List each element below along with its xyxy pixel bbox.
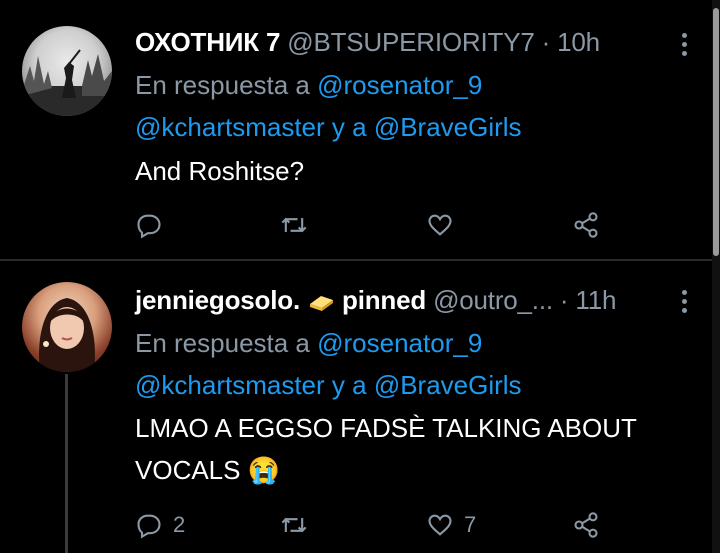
tweet-actions: 2 7 — [135, 510, 615, 540]
reply-button[interactable]: 2 — [135, 510, 185, 540]
mention-link[interactable]: @BraveGirls — [374, 370, 522, 400]
like-count: 7 — [464, 512, 477, 537]
mention-link[interactable]: @BraveGirls — [374, 112, 522, 142]
more-vertical-icon[interactable] — [682, 290, 688, 317]
reply-prefix: En respuesta a — [135, 328, 310, 358]
display-name[interactable]: jenniegosolo. — [135, 285, 300, 315]
reply-joiner: y a — [331, 370, 367, 400]
reply-icon — [137, 514, 161, 539]
retweet-button[interactable] — [280, 510, 308, 540]
avatar[interactable] — [22, 26, 112, 116]
avatar-image — [39, 298, 95, 372]
reply-prefix: En respuesta a — [135, 70, 310, 100]
reply-joiner: y a — [331, 112, 367, 142]
tweet-text-line-1: LMAO A EGGSO FADSÈ TALKING ABOUT — [135, 413, 637, 443]
reply-context-continued: @kchartsmaster y a @BraveGirls — [135, 112, 522, 143]
share-icon — [574, 212, 598, 238]
timestamp[interactable]: 10h — [557, 27, 600, 57]
retweet-button[interactable] — [280, 210, 308, 240]
tweet-header: jenniegosolo. pinned @outro_... · 11h — [135, 285, 616, 316]
mention-link[interactable]: @kchartsmaster — [135, 370, 325, 400]
heart-icon — [428, 214, 452, 236]
pinned-label: pinned — [342, 285, 427, 315]
crying-face-icon: 😭 — [247, 455, 281, 485]
reply-context-continued: @kchartsmaster y a @BraveGirls — [135, 370, 522, 401]
tweet-divider — [0, 259, 712, 261]
more-vertical-icon[interactable] — [682, 33, 688, 60]
mention-link[interactable]: @rosenator_9 — [317, 70, 482, 100]
share-icon — [574, 512, 598, 538]
retweet-icon — [281, 217, 307, 233]
butter-emoji-icon — [310, 296, 333, 311]
tweet-text: And Roshitse? — [135, 156, 305, 186]
mention-link[interactable]: @rosenator_9 — [317, 328, 482, 358]
reply-button[interactable] — [135, 210, 173, 240]
like-button[interactable] — [426, 210, 464, 240]
reply-icon — [137, 214, 161, 239]
username-handle[interactable]: @outro_... — [433, 285, 553, 315]
avatar-image — [22, 49, 112, 116]
tweet-text-line-2: VOCALS 😭 — [135, 455, 280, 486]
timestamp[interactable]: 11h — [575, 285, 616, 315]
mention-link[interactable]: @kchartsmaster — [135, 112, 325, 142]
like-button[interactable]: 7 — [426, 510, 476, 540]
reply-context: En respuesta a @rosenator_9 — [135, 328, 482, 359]
tweet-text-line-2-text: VOCALS — [135, 455, 241, 485]
tweet[interactable]: ОХОТНИК 7 @BTSUPERIORITY7 · 10h En respu… — [0, 0, 712, 258]
share-button[interactable] — [572, 510, 600, 540]
separator: · — [559, 285, 569, 315]
avatar[interactable] — [22, 282, 112, 372]
heart-icon — [428, 514, 452, 536]
thread-line — [65, 374, 68, 553]
tweet-header: ОХОТНИК 7 @BTSUPERIORITY7 · 10h — [135, 27, 600, 58]
tweet-actions — [135, 210, 615, 240]
share-button[interactable] — [572, 210, 600, 240]
display-name[interactable]: ОХОТНИК 7 — [135, 27, 280, 57]
separator: · — [541, 27, 551, 57]
reply-context: En respuesta a @rosenator_9 — [135, 70, 482, 101]
username-handle[interactable]: @BTSUPERIORITY7 — [287, 27, 535, 57]
retweet-icon — [281, 517, 307, 533]
reply-count: 2 — [173, 512, 186, 537]
scrollbar-thumb[interactable] — [713, 8, 719, 256]
